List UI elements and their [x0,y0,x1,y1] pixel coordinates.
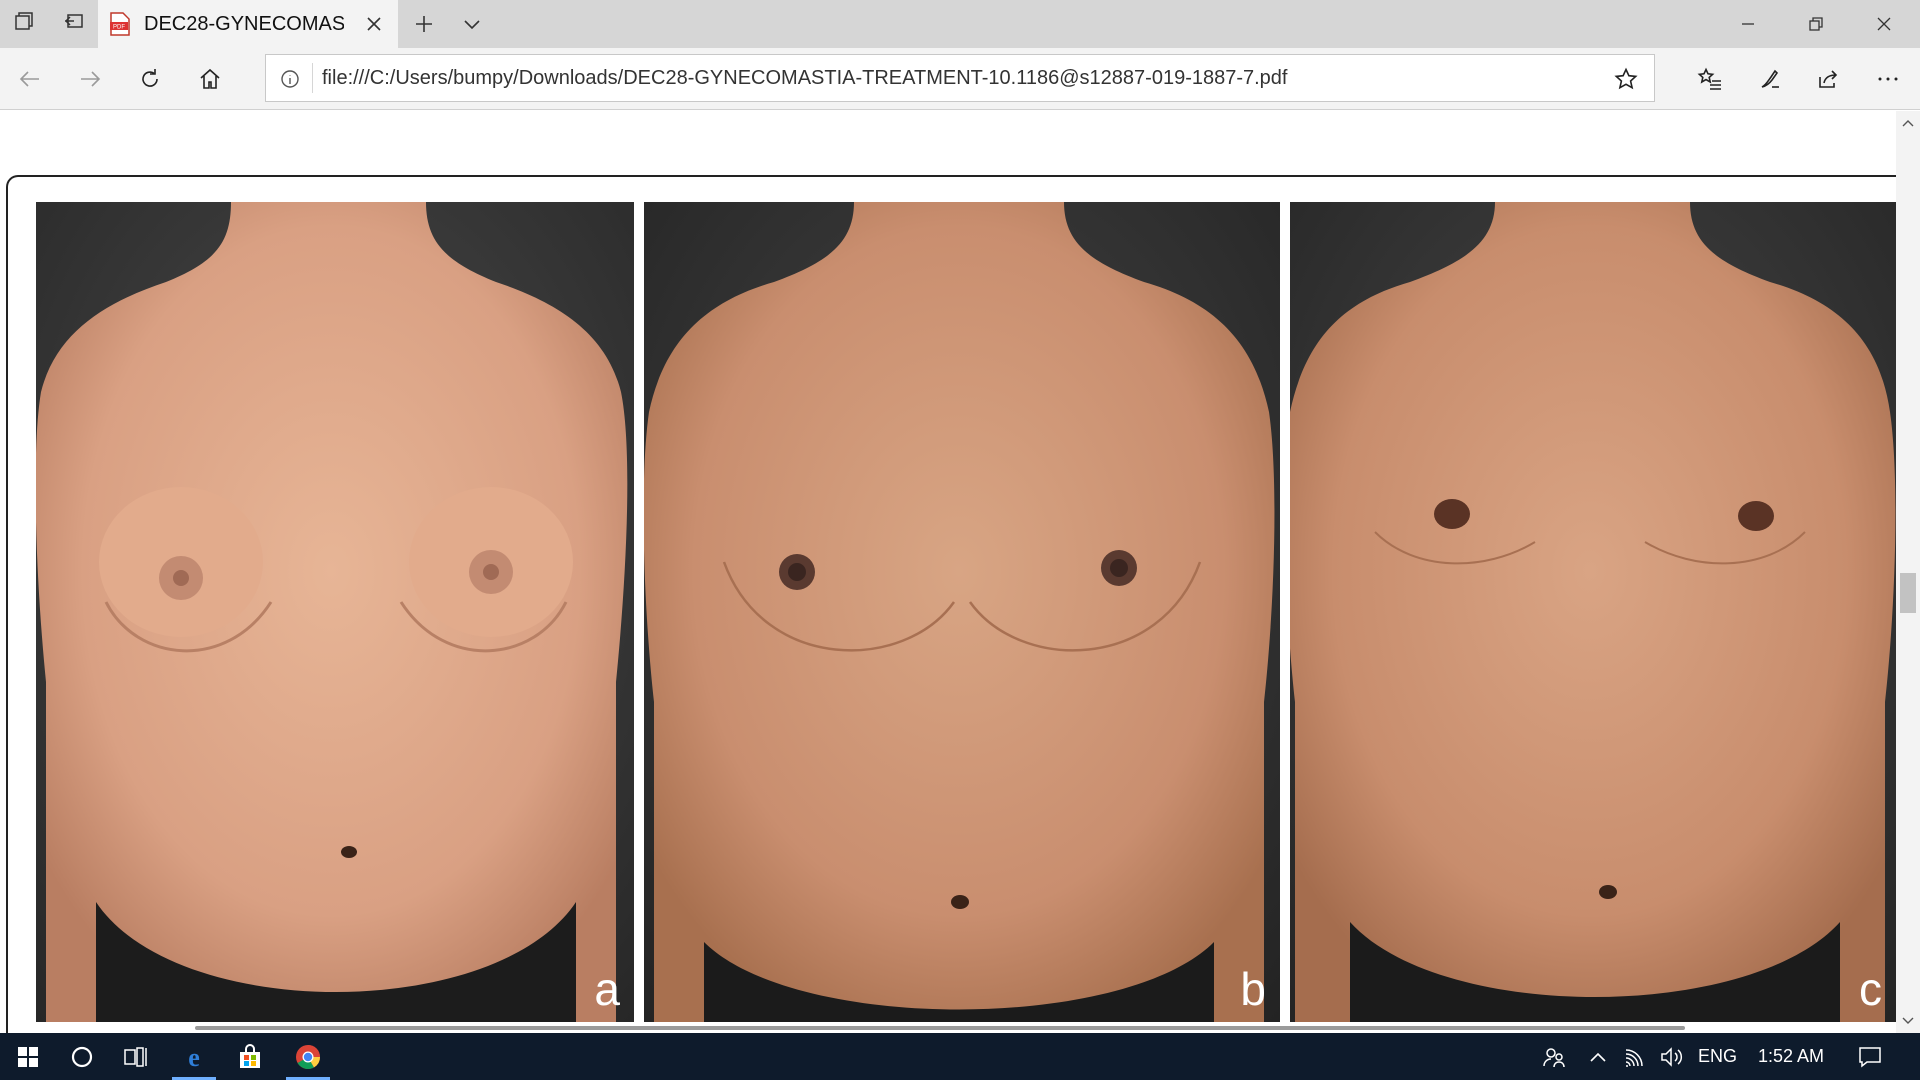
tab-close-button[interactable] [362,12,386,36]
close-icon [367,17,381,31]
chevron-down-icon [464,20,480,30]
figure-panel-b: b [644,202,1280,1022]
scroll-up-arrow-icon[interactable] [1896,111,1920,135]
chrome-icon [296,1044,320,1069]
clock[interactable]: 1:52 AM [1758,1033,1824,1080]
panel-label: a [594,963,620,1015]
back-button[interactable] [6,55,54,103]
windows-logo-icon [18,1046,38,1067]
pdf-viewer[interactable]: a b c [0,111,1920,1033]
torso-photo-c [1290,202,1896,1022]
add-favorite-button[interactable] [1608,61,1644,97]
task-view-icon [124,1046,147,1067]
restore-button[interactable] [1782,0,1850,48]
panel-label: c [1859,963,1882,1015]
close-window-button[interactable] [1850,0,1918,48]
forward-arrow-icon [81,71,101,87]
home-button[interactable] [186,55,234,103]
address-divider [312,63,313,93]
edge-icon: e [188,1043,200,1071]
refresh-button[interactable] [126,55,174,103]
action-center-button[interactable] [1852,1033,1888,1080]
show-hidden-icons-button[interactable] [1580,1033,1616,1080]
task-view-button[interactable] [108,1033,164,1080]
set-aside-tabs-button[interactable] [50,0,98,48]
chevron-up-icon [1590,1052,1606,1062]
pdf-file-icon: PDF [110,12,130,36]
network-button[interactable] [1618,1033,1654,1080]
close-icon [1877,17,1891,31]
horizontal-scrollbar[interactable] [195,1026,1685,1030]
favorites-hub-button[interactable] [1686,55,1734,103]
notification-icon [1859,1046,1881,1068]
torso-photo-a [36,202,634,1022]
language-indicator[interactable]: ENG [1698,1033,1737,1080]
wifi-icon [1625,1048,1643,1067]
panel-label: b [1240,963,1266,1015]
title-bar: PDF DEC28-GYNECOMASTIA-TREATMENT [0,0,1920,48]
figure-panel-a: a [36,202,634,1022]
ellipsis-icon [1878,77,1898,81]
minimize-icon [1742,23,1754,25]
share-icon [1819,70,1838,88]
speaker-icon [1661,1046,1683,1067]
plus-icon [416,16,432,32]
back-arrow-icon [19,71,39,87]
scroll-down-arrow-icon[interactable] [1896,1009,1920,1033]
start-button[interactable] [0,1033,56,1080]
info-icon[interactable] [278,67,302,91]
tab-preview-button[interactable] [448,0,496,48]
active-tab[interactable]: PDF DEC28-GYNECOMASTIA-TREATMENT [98,0,398,48]
star-icon [1614,67,1638,90]
store-taskbar-button[interactable] [222,1033,278,1080]
people-button[interactable] [1536,1033,1572,1080]
set-aside-icon [63,11,85,38]
svg-text:e: e [188,1043,200,1071]
volume-button[interactable] [1654,1033,1690,1080]
torso-photo-b [644,202,1280,1022]
more-actions-button[interactable] [1864,55,1912,103]
chrome-taskbar-button[interactable] [280,1033,336,1080]
web-note-button[interactable] [1746,55,1794,103]
refresh-icon [142,69,158,87]
navigation-bar: file:///C:/Users/bumpy/Downloads/DEC28-G… [0,48,1920,110]
favorites-list-icon [1697,67,1721,90]
tab-manager-button[interactable] [0,0,48,48]
pdf-badge-text: PDF [113,25,125,31]
cortana-button[interactable] [54,1033,110,1080]
figure-panel-c: c [1290,202,1896,1022]
store-bag-icon [240,1043,260,1068]
restore-icon [1809,17,1823,31]
forward-button[interactable] [66,55,114,103]
tab-stack-icon [13,11,35,38]
new-tab-button[interactable] [400,0,448,48]
edge-taskbar-button[interactable]: e [166,1033,222,1080]
vertical-scrollbar[interactable] [1896,111,1920,1033]
cortana-circle-icon [71,1046,93,1067]
minimize-button[interactable] [1714,0,1782,48]
home-icon [200,68,220,89]
address-bar[interactable]: file:///C:/Users/bumpy/Downloads/DEC28-G… [265,54,1655,102]
windows-taskbar: e ENG 1:52 AM [0,1033,1920,1080]
pen-icon [1761,69,1779,88]
tab-title: DEC28-GYNECOMASTIA-TREATMENT [144,12,344,35]
scrollbar-thumb[interactable] [1900,573,1916,613]
url-text[interactable]: file:///C:/Users/bumpy/Downloads/DEC28-G… [322,67,1288,90]
share-button[interactable] [1804,55,1852,103]
people-icon [1543,1047,1565,1067]
